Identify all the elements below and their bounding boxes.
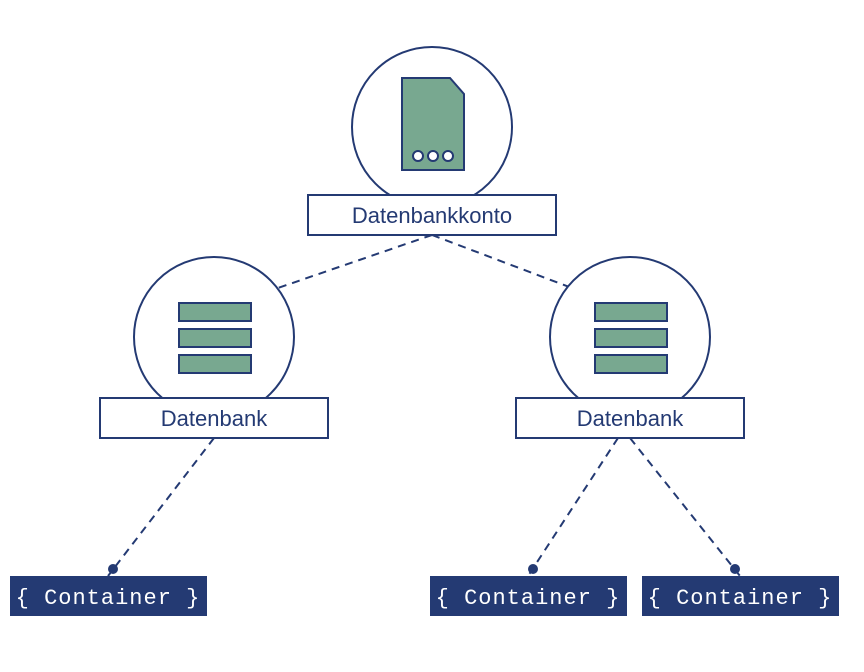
connector-endpoint bbox=[528, 564, 538, 574]
container-label-text: { Container } bbox=[16, 586, 201, 611]
db-bar-icon bbox=[179, 329, 251, 347]
database-label-text: Datenbank bbox=[577, 406, 684, 431]
doc-dot-icon bbox=[428, 151, 438, 161]
container-label-text: { Container } bbox=[436, 586, 621, 611]
account-label-text: Datenbankkonto bbox=[352, 203, 512, 228]
database-label-text: Datenbank bbox=[161, 406, 268, 431]
node-container-3: { Container } bbox=[642, 576, 839, 616]
db-bar-icon bbox=[179, 303, 251, 321]
db-bar-icon bbox=[595, 303, 667, 321]
node-database-account: Datenbankkonto bbox=[308, 47, 556, 235]
connector-db1-c1 bbox=[108, 438, 214, 576]
connector-db2-c3 bbox=[630, 438, 740, 576]
doc-dot-icon bbox=[443, 151, 453, 161]
node-container-2: { Container } bbox=[430, 576, 627, 616]
node-database-1: Datenbank bbox=[100, 257, 328, 438]
db-bar-icon bbox=[595, 355, 667, 373]
hierarchy-diagram: Datenbankkonto Datenbank Datenbank { Con… bbox=[0, 0, 864, 672]
node-container-1: { Container } bbox=[10, 576, 207, 616]
db-bar-icon bbox=[179, 355, 251, 373]
connector-endpoint bbox=[108, 564, 118, 574]
container-label-text: { Container } bbox=[648, 586, 833, 611]
connector-db2-c2 bbox=[528, 438, 618, 576]
node-database-2: Datenbank bbox=[516, 257, 744, 438]
db-bar-icon bbox=[595, 329, 667, 347]
connector-endpoint bbox=[730, 564, 740, 574]
doc-dot-icon bbox=[413, 151, 423, 161]
